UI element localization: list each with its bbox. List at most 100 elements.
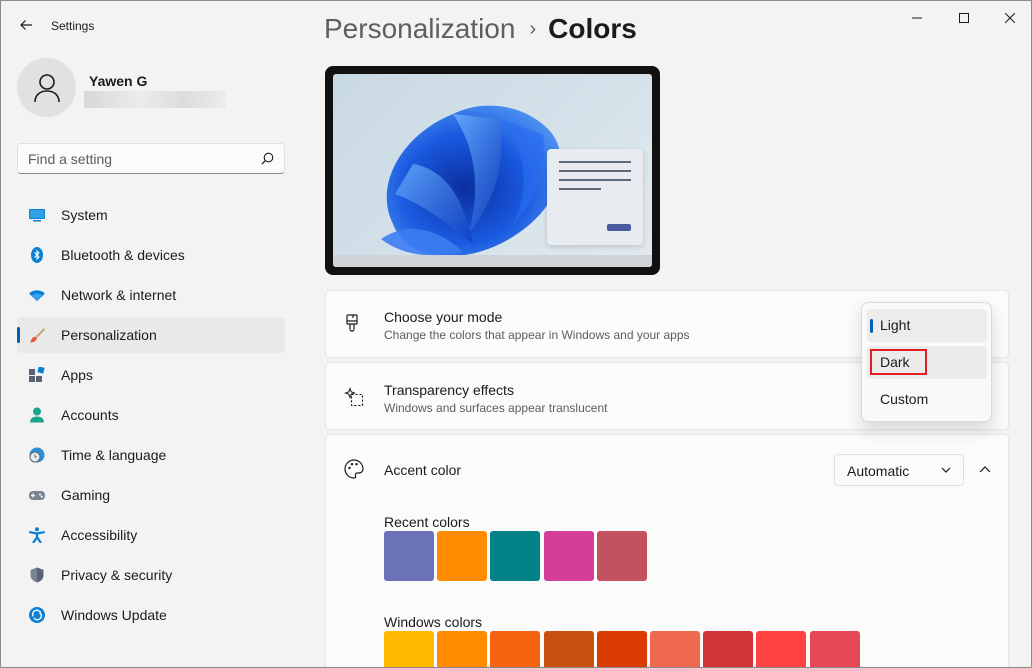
back-arrow-icon	[20, 20, 32, 30]
mode-option-dark[interactable]: Dark	[867, 346, 987, 379]
transparency-subtitle: Windows and surfaces appear translucent	[384, 401, 608, 415]
accent-dropdown-value: Automatic	[847, 463, 910, 479]
preview-accent-button	[607, 224, 631, 231]
mode-option-custom[interactable]: Custom	[867, 383, 987, 416]
theme-preview	[325, 66, 660, 275]
bluetooth-icon	[31, 247, 43, 263]
mode-dropdown-menu: Light Dark Custom	[861, 302, 992, 422]
sidebar-nav: System Bluetooth & devices Network & int…	[17, 197, 285, 637]
sidebar-item-system[interactable]: System	[17, 197, 285, 233]
color-swatch[interactable]	[384, 631, 434, 667]
sidebar-item-label: Gaming	[61, 487, 111, 503]
sidebar-item-label: Apps	[61, 367, 93, 383]
search-placeholder: Find a setting	[28, 151, 113, 167]
sidebar-item-windows-update[interactable]: Windows Update	[17, 597, 285, 633]
paint-brush-icon	[346, 314, 358, 332]
mode-option-label: Light	[880, 317, 911, 333]
color-swatch[interactable]	[384, 531, 434, 581]
color-swatch[interactable]	[490, 631, 541, 667]
mode-title: Choose your mode	[384, 309, 503, 325]
color-swatch[interactable]	[437, 631, 488, 667]
update-icon	[29, 607, 45, 623]
page-title: Colors	[548, 13, 637, 44]
sidebar-item-label: Accounts	[61, 407, 119, 423]
wifi-icon	[29, 290, 45, 301]
color-swatch[interactable]	[543, 631, 594, 667]
search-icon	[261, 152, 274, 165]
maximize-icon	[959, 13, 969, 23]
minimize-icon	[912, 17, 922, 19]
chevron-up-icon	[979, 466, 991, 473]
sidebar-item-label: Accessibility	[61, 527, 138, 543]
color-swatch[interactable]	[650, 631, 700, 667]
color-swatch[interactable]	[596, 531, 647, 581]
brush-icon	[30, 328, 45, 343]
monitor-icon	[29, 209, 45, 222]
sidebar-item-label: Network & internet	[61, 287, 177, 303]
color-swatch[interactable]	[437, 531, 488, 581]
search-input[interactable]: Find a setting	[17, 143, 285, 174]
sidebar-item-label: Bluetooth & devices	[61, 247, 185, 263]
profile-email-redacted	[84, 91, 226, 108]
color-swatch[interactable]	[490, 531, 541, 581]
shield-icon	[30, 567, 44, 583]
sidebar-item-bluetooth[interactable]: Bluetooth & devices	[17, 237, 285, 273]
app-title: Settings	[51, 19, 95, 33]
breadcrumb-parent[interactable]: Personalization	[324, 13, 515, 44]
sidebar-item-accounts[interactable]: Accounts	[17, 397, 285, 433]
preview-text-line	[559, 161, 631, 163]
selected-indicator	[870, 319, 873, 333]
mode-option-label: Custom	[880, 391, 929, 407]
close-button[interactable]	[987, 1, 1031, 35]
color-swatch[interactable]	[809, 631, 860, 667]
settings-window: Settings Yawen G Find a setting System B…	[0, 0, 1032, 668]
color-swatch[interactable]	[703, 631, 754, 667]
preview-taskbar	[333, 255, 652, 267]
profile-name: Yawen G	[89, 73, 148, 89]
color-swatch[interactable]	[543, 531, 594, 581]
sidebar-item-label: Time & language	[61, 447, 167, 463]
mode-option-label: Dark	[880, 354, 910, 370]
color-swatch[interactable]	[596, 631, 647, 667]
recent-colors-label: Recent colors	[384, 514, 470, 530]
palette-icon	[344, 459, 364, 479]
sidebar-item-accessibility[interactable]: Accessibility	[17, 517, 285, 553]
sidebar-item-label: Privacy & security	[61, 567, 173, 583]
mode-option-light[interactable]: Light	[867, 309, 987, 342]
globe-clock-icon	[29, 447, 45, 463]
preview-text-line	[559, 179, 631, 181]
breadcrumb-separator: ›	[529, 18, 537, 40]
accent-color-dropdown[interactable]: Automatic	[834, 454, 964, 486]
preview-text-line	[559, 170, 631, 172]
avatar	[17, 58, 76, 117]
preview-text-line	[559, 188, 601, 190]
chevron-down-icon	[941, 467, 951, 473]
sidebar-item-privacy-security[interactable]: Privacy & security	[17, 557, 285, 593]
minimize-button[interactable]	[894, 1, 940, 35]
transparency-sparkle-icon	[344, 387, 364, 407]
sidebar-item-label: Windows Update	[61, 607, 167, 623]
mode-subtitle: Change the colors that appear in Windows…	[384, 328, 690, 342]
gamepad-icon	[29, 491, 45, 500]
breadcrumb: Personalization › Colors	[324, 13, 637, 45]
sidebar-item-apps[interactable]: Apps	[17, 357, 285, 393]
sidebar-item-label: Personalization	[61, 327, 157, 343]
accent-title: Accent color	[384, 462, 462, 478]
sidebar-item-personalization[interactable]: Personalization	[17, 317, 285, 353]
accent-collapse-button[interactable]	[971, 457, 999, 483]
back-button[interactable]	[13, 11, 39, 39]
apps-icon	[29, 367, 45, 382]
preview-desktop	[333, 74, 652, 267]
person-icon	[30, 407, 44, 423]
accessibility-icon	[29, 527, 45, 543]
sidebar-item-network[interactable]: Network & internet	[17, 277, 285, 313]
person-outline-icon	[33, 73, 60, 102]
close-icon	[1005, 13, 1015, 23]
sidebar-item-time-language[interactable]: Time & language	[17, 437, 285, 473]
color-swatch[interactable]	[756, 631, 807, 667]
windows-colors-label: Windows colors	[384, 614, 483, 630]
transparency-title: Transparency effects	[384, 382, 514, 398]
maximize-button[interactable]	[941, 1, 987, 35]
sidebar-item-gaming[interactable]: Gaming	[17, 477, 285, 513]
sidebar-item-label: System	[61, 207, 108, 223]
